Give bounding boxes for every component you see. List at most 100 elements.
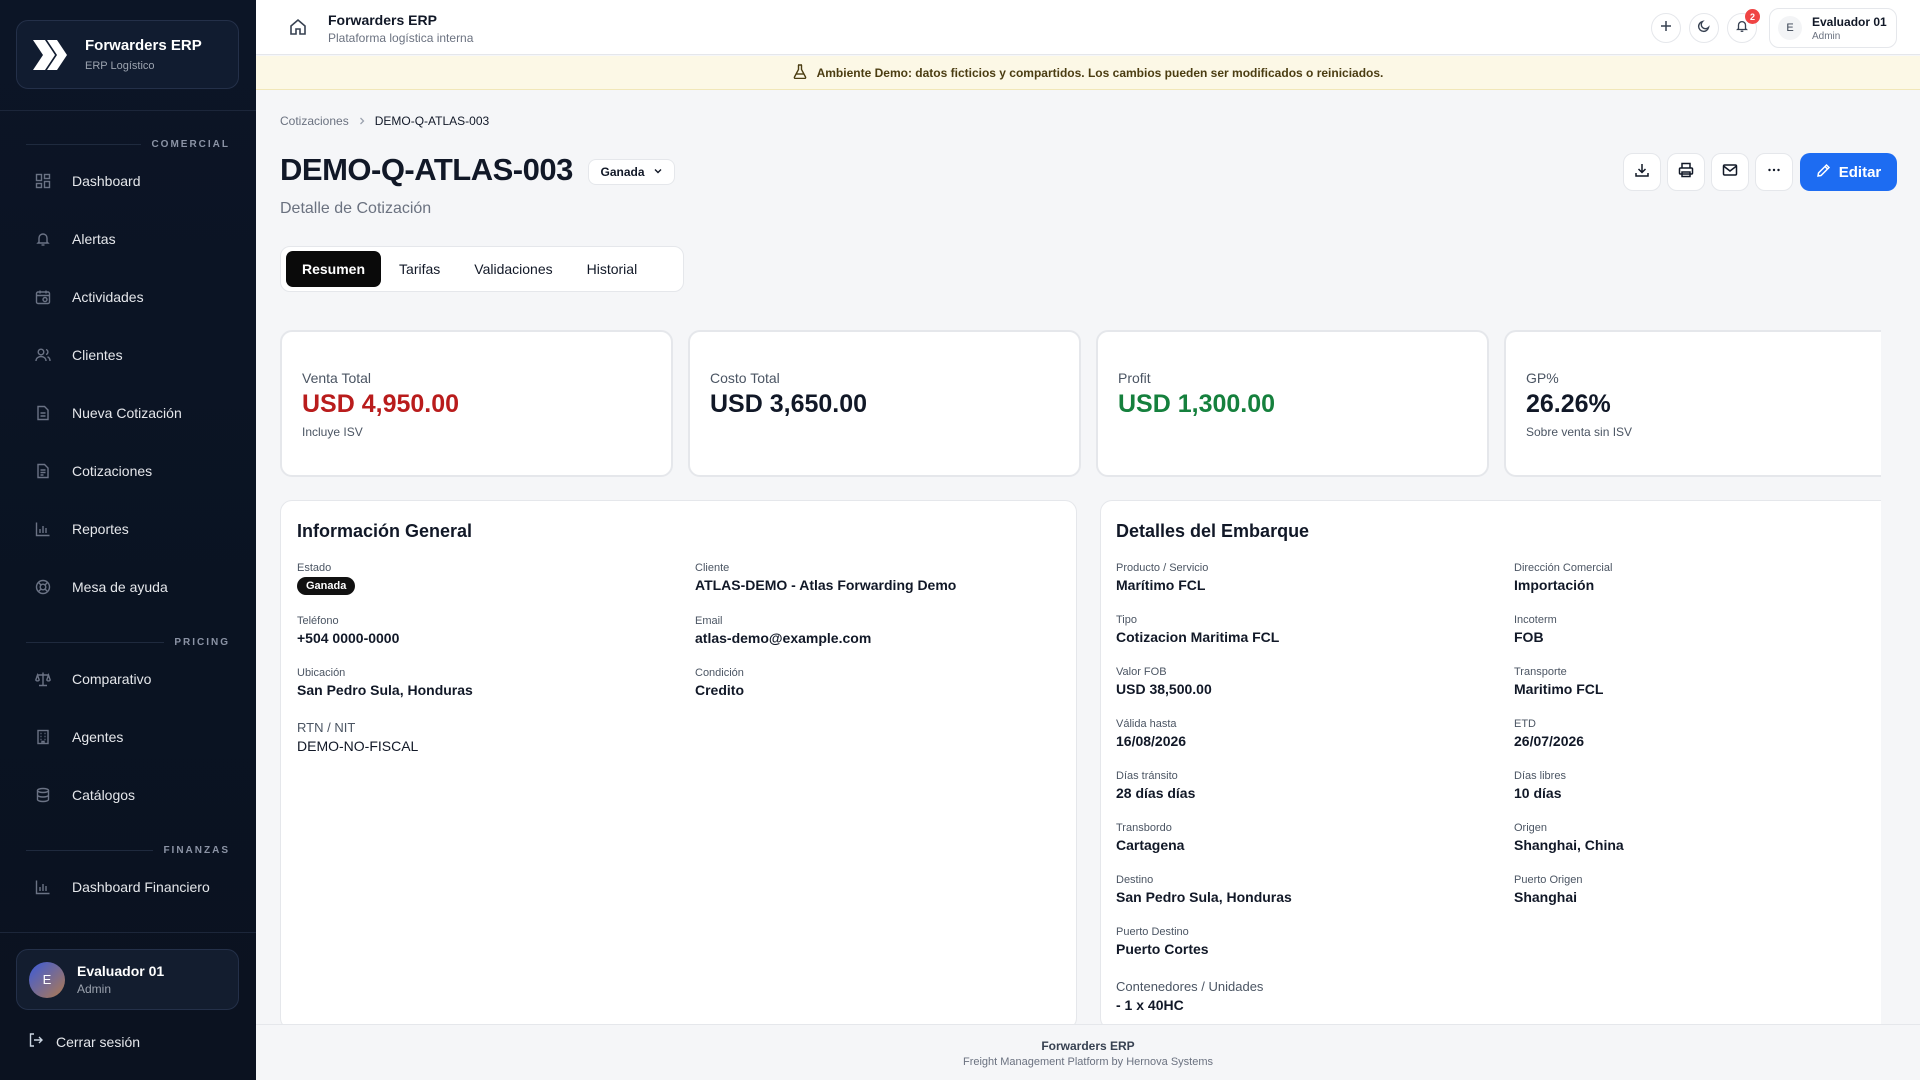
page-title: DEMO-Q-ATLAS-003 bbox=[280, 152, 573, 187]
field-label: Días libres bbox=[1514, 770, 1566, 782]
chevron-down-icon bbox=[653, 165, 663, 179]
edit-button[interactable]: Editar bbox=[1800, 153, 1897, 191]
field-label: Incoterm bbox=[1514, 614, 1557, 626]
tab-validaciones[interactable]: Validaciones bbox=[458, 251, 568, 287]
breadcrumb-link-cotizaciones[interactable]: Cotizaciones bbox=[280, 114, 349, 128]
users-icon bbox=[34, 346, 52, 364]
field-telefono: Teléfono +504 0000-0000 bbox=[297, 615, 399, 646]
field-value: Cartagena bbox=[1116, 837, 1185, 853]
more-options-button[interactable] bbox=[1755, 153, 1793, 191]
field-value: ATLAS-DEMO - Atlas Forwarding Demo bbox=[695, 577, 957, 593]
more-horizontal-icon bbox=[1766, 162, 1782, 183]
notification-count-badge: 2 bbox=[1745, 9, 1760, 24]
field-value: San Pedro Sula, Honduras bbox=[1116, 889, 1292, 905]
theme-toggle-button[interactable] bbox=[1689, 13, 1719, 43]
sidebar-item-nueva-cotizacion[interactable]: Nueva Cotización bbox=[0, 384, 256, 442]
field-value: DEMO-NO-FISCAL bbox=[297, 738, 419, 754]
field-origen: Origen Shanghai, China bbox=[1514, 822, 1624, 853]
field-direccion: Dirección Comercial Importación bbox=[1514, 562, 1612, 593]
sidebar-item-cotizaciones[interactable]: Cotizaciones bbox=[0, 442, 256, 500]
kpi-value: 26.26% bbox=[1526, 390, 1611, 418]
field-label: Contenedores / Unidades bbox=[1116, 979, 1264, 994]
field-label: ETD bbox=[1514, 718, 1536, 730]
field-ubicacion: Ubicación San Pedro Sula, Honduras bbox=[297, 667, 473, 698]
kpi-footnote: Sobre venta sin ISV bbox=[1526, 425, 1633, 439]
download-button[interactable] bbox=[1623, 153, 1661, 191]
sidebar-item-alertas[interactable]: Alertas bbox=[0, 210, 256, 268]
field-tipo: Tipo Cotizacion Maritima FCL bbox=[1116, 614, 1279, 645]
brand-title: Forwarders ERP bbox=[85, 37, 202, 54]
field-contenedores: Contenedores / Unidades - 1 x 40HC bbox=[1116, 979, 1263, 1013]
sidebar-item-actividades[interactable]: Actividades bbox=[0, 268, 256, 326]
field-value: San Pedro Sula, Honduras bbox=[297, 682, 473, 698]
general-info-card: Información General Estado Ganada Client… bbox=[280, 500, 1077, 1030]
field-incoterm: Incoterm FOB bbox=[1514, 614, 1557, 645]
building-icon bbox=[34, 728, 52, 746]
sidebar-item-comparativo[interactable]: Comparativo bbox=[0, 650, 256, 708]
print-button[interactable] bbox=[1667, 153, 1705, 191]
sidebar-item-dashboard-financiero[interactable]: Dashboard Financiero bbox=[0, 858, 256, 916]
sidebar-item-agentes[interactable]: Agentes bbox=[0, 708, 256, 766]
tab-resumen[interactable]: Resumen bbox=[286, 251, 382, 287]
sidebar-item-reportes[interactable]: Reportes bbox=[0, 500, 256, 558]
sidebar-divider bbox=[0, 110, 256, 111]
sidebar-item-label: Cotizaciones bbox=[72, 463, 153, 479]
file-plus-icon bbox=[34, 404, 52, 422]
brand-card[interactable]: Forwarders ERP ERP Logístico bbox=[16, 20, 239, 89]
section-label-finanzas: FINANZAS bbox=[26, 842, 230, 858]
field-value: Importación bbox=[1514, 577, 1595, 593]
field-value: 10 días bbox=[1514, 785, 1562, 801]
footer-title: Forwarders ERP bbox=[1041, 1039, 1135, 1053]
app-subtitle: Plataforma logística interna bbox=[328, 31, 474, 45]
topbar-user-menu[interactable]: E Evaluador 01 Admin bbox=[1769, 8, 1897, 48]
kpi-card-venta-total: Venta Total USD 4,950.00 Incluye ISV bbox=[280, 330, 673, 477]
tab-tarifas[interactable]: Tarifas bbox=[383, 251, 456, 287]
sidebar-item-label: Nueva Cotización bbox=[72, 405, 182, 421]
field-rtn-nit: RTN / NIT DEMO-NO-FISCAL bbox=[297, 720, 418, 754]
download-icon bbox=[1634, 162, 1650, 183]
field-email: Email atlas-demo@example.com bbox=[695, 615, 871, 646]
avatar: E bbox=[29, 961, 65, 998]
kpi-label: GP% bbox=[1526, 370, 1559, 386]
field-value: Shanghai bbox=[1514, 889, 1578, 905]
dashboard-icon bbox=[34, 172, 52, 190]
field-label: RTN / NIT bbox=[297, 720, 356, 735]
field-value: Puerto Cortes bbox=[1116, 941, 1209, 957]
flask-icon bbox=[793, 63, 807, 82]
home-icon[interactable] bbox=[288, 17, 308, 42]
sidebar-item-dashboard[interactable]: Dashboard bbox=[0, 152, 256, 210]
field-etd: ETD 26/07/2026 bbox=[1514, 718, 1584, 749]
topbar: Forwarders ERP Plataforma logística inte… bbox=[256, 0, 1920, 55]
sidebar-item-label: Catálogos bbox=[72, 787, 136, 803]
field-transporte: Transporte Maritimo FCL bbox=[1514, 666, 1603, 697]
tab-historial[interactable]: Historial bbox=[571, 251, 654, 287]
field-dias-libres: Días libres 10 días bbox=[1514, 770, 1566, 801]
field-value: atlas-demo@example.com bbox=[695, 630, 872, 646]
demo-banner-text: Ambiente Demo: datos ficticios y compart… bbox=[816, 65, 1384, 80]
sidebar-item-label: Dashboard bbox=[72, 173, 141, 189]
sidebar-item-clientes[interactable]: Clientes bbox=[0, 326, 256, 384]
field-puerto-destino: Puerto Destino Puerto Cortes bbox=[1116, 926, 1209, 957]
field-label: Cliente bbox=[695, 562, 730, 574]
field-valida-hasta: Válida hasta 16/08/2026 bbox=[1116, 718, 1186, 749]
bell-icon bbox=[34, 230, 52, 248]
kpi-footnote: Incluye ISV bbox=[302, 425, 363, 439]
field-label: Ubicación bbox=[297, 667, 346, 679]
logout-icon bbox=[28, 1032, 44, 1051]
logout-button[interactable]: Cerrar sesión bbox=[28, 1032, 140, 1051]
field-value: - 1 x 40HC bbox=[1116, 997, 1184, 1013]
status-dropdown[interactable]: Ganada bbox=[588, 159, 675, 185]
notifications-button[interactable]: 2 bbox=[1727, 9, 1760, 43]
field-producto: Producto / Servicio Marítimo FCL bbox=[1116, 562, 1208, 593]
sidebar-item-mesa-de-ayuda[interactable]: Mesa de ayuda bbox=[0, 558, 256, 616]
brand-logo-icon bbox=[33, 39, 67, 70]
sidebar-item-catalogos[interactable]: Catálogos bbox=[0, 766, 256, 824]
field-label: Transbordo bbox=[1116, 822, 1172, 834]
sidebar-item-label: Clientes bbox=[72, 347, 123, 363]
sidebar-user-card[interactable]: E Evaluador 01 Admin bbox=[16, 949, 239, 1010]
page-footer: Forwarders ERP Freight Management Platfo… bbox=[256, 1024, 1920, 1080]
email-button[interactable] bbox=[1711, 153, 1749, 191]
sidebar-item-label: Alertas bbox=[72, 231, 116, 247]
field-label: Puerto Origen bbox=[1514, 874, 1583, 886]
add-button[interactable] bbox=[1651, 13, 1681, 43]
